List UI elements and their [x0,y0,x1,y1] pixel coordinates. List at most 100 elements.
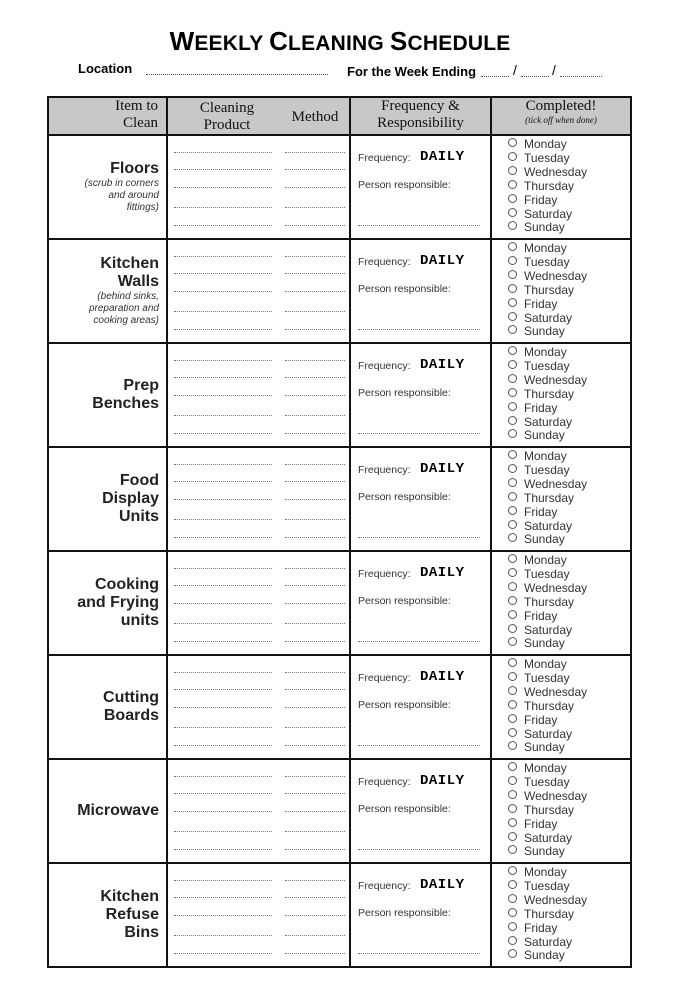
tick-circle-icon[interactable] [508,713,517,723]
method-field[interactable] [285,329,345,330]
method-field[interactable] [285,519,345,520]
cleaning-product-field[interactable] [174,377,272,378]
method-field[interactable] [285,377,345,378]
day-checkbox-item[interactable]: Saturday [508,831,630,846]
day-checkbox-item[interactable]: Saturday [508,207,630,222]
tick-circle-icon[interactable] [508,221,517,231]
tick-circle-icon[interactable] [508,789,517,799]
day-checkbox-item[interactable]: Tuesday [508,775,630,790]
method-field[interactable] [285,915,345,916]
tick-circle-icon[interactable] [508,477,517,487]
day-checkbox-item[interactable]: Sunday [508,740,630,755]
tick-circle-icon[interactable] [508,907,517,917]
cleaning-product-field[interactable] [174,811,272,812]
cleaning-product-field[interactable] [174,169,272,170]
method-field[interactable] [285,415,345,416]
day-checkbox-item[interactable]: Thursday [508,699,630,714]
day-checkbox-item[interactable]: Saturday [508,519,630,534]
tick-circle-icon[interactable] [508,415,517,425]
cleaning-product-field[interactable] [174,499,272,500]
method-field[interactable] [285,849,345,850]
tick-circle-icon[interactable] [508,325,517,335]
day-checkbox-item[interactable]: Saturday [508,727,630,742]
day-checkbox-item[interactable]: Friday [508,609,630,624]
cleaning-product-field[interactable] [174,415,272,416]
cleaning-product-field[interactable] [174,935,272,936]
day-checkbox-item[interactable]: Thursday [508,283,630,298]
cleaning-product-field[interactable] [174,256,272,257]
tick-circle-icon[interactable] [508,401,517,411]
cleaning-product-field[interactable] [174,360,272,361]
cleaning-product-field[interactable] [174,291,272,292]
method-field[interactable] [285,585,345,586]
day-checkbox-item[interactable]: Friday [508,817,630,832]
tick-circle-icon[interactable] [508,831,517,841]
tick-circle-icon[interactable] [508,387,517,397]
tick-circle-icon[interactable] [508,554,517,563]
method-field[interactable] [285,641,345,642]
method-field[interactable] [285,225,345,226]
tick-circle-icon[interactable] [508,879,517,889]
cleaning-product-field[interactable] [174,915,272,916]
method-field[interactable] [285,291,345,292]
day-checkbox-item[interactable]: Monday [508,761,630,776]
day-checkbox-item[interactable]: Tuesday [508,359,630,374]
method-field[interactable] [285,187,345,188]
cleaning-product-field[interactable] [174,537,272,538]
method-field[interactable] [285,897,345,898]
cleaning-product-field[interactable] [174,519,272,520]
cleaning-product-field[interactable] [174,481,272,482]
day-checkbox-item[interactable]: Saturday [508,623,630,638]
tick-circle-icon[interactable] [508,519,517,529]
day-checkbox-item[interactable]: Wednesday [508,373,630,388]
day-checkbox-item[interactable]: Friday [508,401,630,416]
tick-circle-icon[interactable] [508,450,517,459]
tick-circle-icon[interactable] [508,138,517,147]
method-field[interactable] [285,568,345,569]
tick-circle-icon[interactable] [508,297,517,307]
cleaning-product-field[interactable] [174,395,272,396]
day-checkbox-item[interactable]: Saturday [508,935,630,950]
day-checkbox-item[interactable]: Sunday [508,532,630,547]
method-field[interactable] [285,880,345,881]
method-field[interactable] [285,273,345,274]
person-responsible-field[interactable] [358,953,480,954]
tick-circle-icon[interactable] [508,866,517,875]
day-checkbox-item[interactable]: Thursday [508,387,630,402]
cleaning-product-field[interactable] [174,603,272,604]
day-checkbox-item[interactable]: Wednesday [508,685,630,700]
day-checkbox-item[interactable]: Monday [508,865,630,880]
day-checkbox-item[interactable]: Monday [508,553,630,568]
method-field[interactable] [285,707,345,708]
tick-circle-icon[interactable] [508,762,517,771]
tick-circle-icon[interactable] [508,269,517,279]
day-checkbox-item[interactable]: Tuesday [508,671,630,686]
person-responsible-field[interactable] [358,537,480,538]
day-checkbox-item[interactable]: Tuesday [508,151,630,166]
method-field[interactable] [285,603,345,604]
cleaning-product-field[interactable] [174,273,272,274]
day-checkbox-item[interactable]: Sunday [508,220,630,235]
method-field[interactable] [285,831,345,832]
day-checkbox-item[interactable]: Monday [508,241,630,256]
day-checkbox-item[interactable]: Monday [508,449,630,464]
tick-circle-icon[interactable] [508,741,517,751]
method-field[interactable] [285,433,345,434]
method-field[interactable] [285,311,345,312]
day-checkbox-item[interactable]: Monday [508,137,630,152]
tick-circle-icon[interactable] [508,193,517,203]
person-responsible-field[interactable] [358,641,480,642]
tick-circle-icon[interactable] [508,373,517,383]
cleaning-product-field[interactable] [174,727,272,728]
cleaning-product-field[interactable] [174,433,272,434]
week-ending-day-field[interactable] [481,76,509,77]
week-ending-year-field[interactable] [560,76,602,77]
method-field[interactable] [285,152,345,153]
person-responsible-field[interactable] [358,329,480,330]
method-field[interactable] [285,207,345,208]
cleaning-product-field[interactable] [174,311,272,312]
tick-circle-icon[interactable] [508,658,517,667]
tick-circle-icon[interactable] [508,893,517,903]
tick-circle-icon[interactable] [508,671,517,681]
tick-circle-icon[interactable] [508,935,517,945]
